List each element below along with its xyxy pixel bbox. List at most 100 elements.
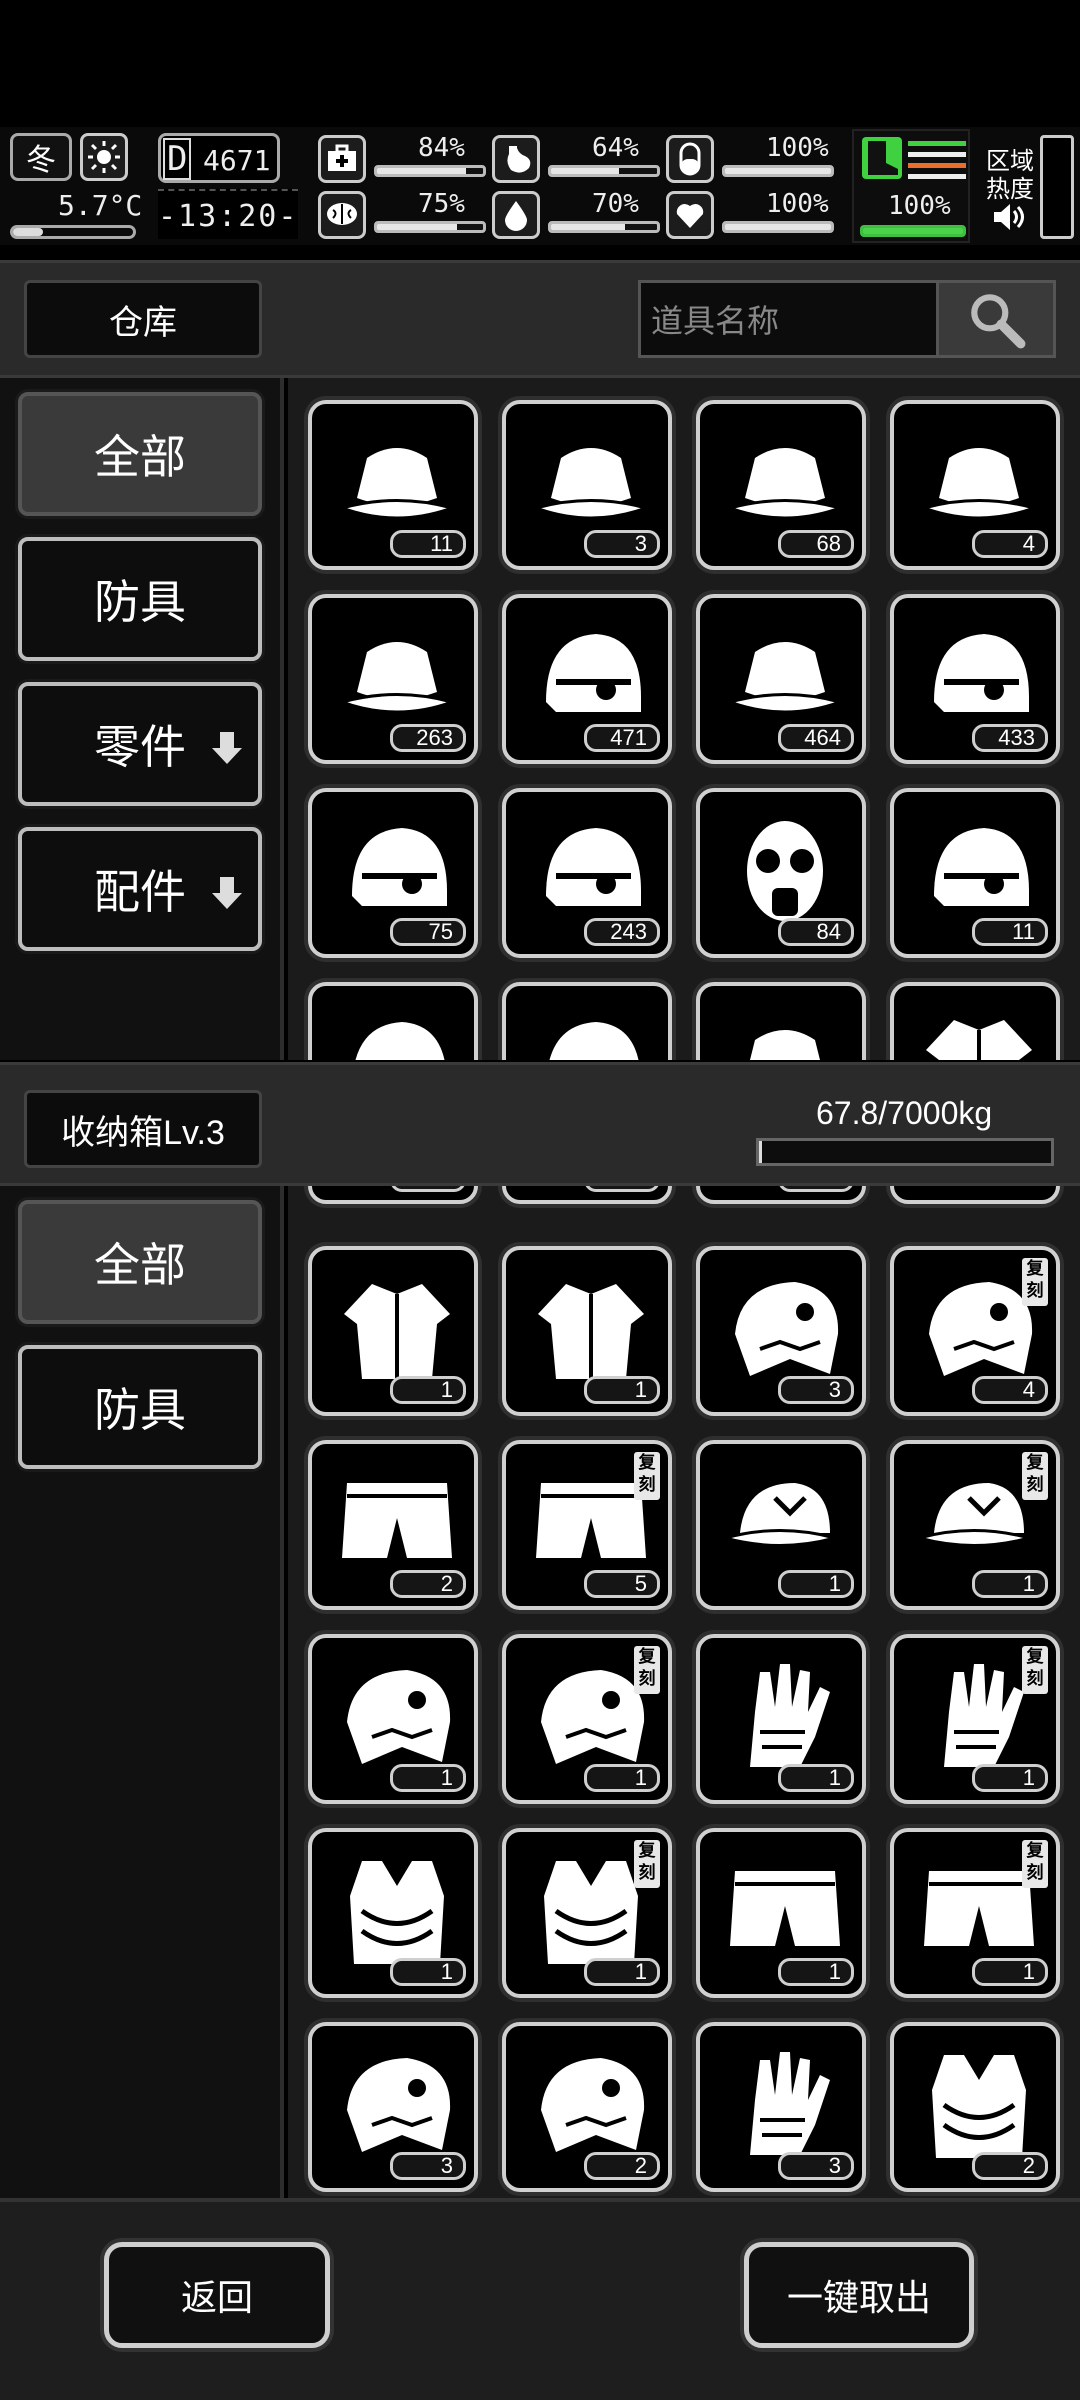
item-slot[interactable]: 复刻 1 <box>502 1634 672 1804</box>
item-slot[interactable]: 2 <box>308 1440 478 1610</box>
item-slot[interactable]: 75 <box>308 788 478 958</box>
item-slot[interactable]: 1 <box>696 1634 866 1804</box>
item-count: 1 <box>972 1570 1048 1598</box>
item-slot[interactable]: 1 <box>696 1828 866 1998</box>
stat-value: 84% <box>418 133 465 163</box>
storage-title: 收纳箱Lv.3 <box>24 1090 262 1168</box>
item-slot[interactable] <box>502 982 672 1060</box>
item-count: 1 <box>972 1764 1048 1792</box>
tab-1[interactable]: 防具 <box>18 537 262 661</box>
item-slot-partial[interactable] <box>890 1186 1060 1204</box>
bucket-hat-icon <box>337 448 457 520</box>
trucker-cap-icon <box>720 1483 841 1547</box>
item-slot[interactable]: 11 <box>308 400 478 570</box>
tab-label: 防具 <box>94 1384 186 1436</box>
item-slot[interactable] <box>890 982 1060 1060</box>
tab-label: 防具 <box>94 576 186 628</box>
gas-mask-icon <box>747 821 823 921</box>
thermometer-fill <box>13 228 43 236</box>
item-slot[interactable]: 263 <box>308 594 478 764</box>
item-slot[interactable]: 4 <box>890 400 1060 570</box>
item-slot[interactable]: 84 <box>696 788 866 958</box>
storage-grid[interactable]: 1 7 18 1 1 3 复刻 4 2 复刻 5 <box>288 1186 1080 2198</box>
item-slot[interactable]: 复刻 1 <box>890 1828 1060 1998</box>
item-slot[interactable]: 2 <box>502 2022 672 2192</box>
baseball-helmet-icon <box>546 634 641 712</box>
item-count: 3 <box>778 1376 854 1404</box>
item-slot[interactable] <box>696 982 866 1060</box>
search-button[interactable] <box>936 280 1056 358</box>
item-count: 1 <box>584 1958 660 1986</box>
tab-3[interactable]: 配件 <box>18 827 262 951</box>
pilot-helmet-icon <box>934 828 1029 906</box>
work-gloves-icon <box>750 2052 830 2155</box>
stomach-icon <box>492 135 540 183</box>
item-slot[interactable]: 3 <box>502 400 672 570</box>
stat-bar <box>374 165 486 177</box>
aviator-cap-icon <box>725 448 845 520</box>
item-count: 3 <box>390 2152 466 2180</box>
bunny-costume-icon <box>344 1284 450 1379</box>
item-count: 5 <box>584 1570 660 1598</box>
item-slot[interactable]: 1 <box>308 1246 478 1416</box>
item-slot[interactable]: 1 <box>696 1440 866 1610</box>
item-slot[interactable]: 68 <box>696 400 866 570</box>
item-slot[interactable]: 1 <box>308 1634 478 1804</box>
item-slot[interactable]: 复刻 1 <box>502 1828 672 1998</box>
item-count: 1 <box>972 1958 1048 1986</box>
temperature-readout: 5.7°C <box>58 189 143 222</box>
scaled-pants-icon <box>730 1871 840 1946</box>
stat-bar <box>548 165 660 177</box>
item-slot[interactable]: 3 <box>696 1246 866 1416</box>
item-slot[interactable]: 复刻 4 <box>890 1246 1060 1416</box>
item-slot[interactable] <box>308 982 478 1060</box>
item-slot[interactable]: 433 <box>890 594 1060 764</box>
item-count: 4 <box>972 1376 1048 1404</box>
item-slot[interactable]: 243 <box>502 788 672 958</box>
feather-vest-icon <box>350 1861 444 1964</box>
item-slot-partial[interactable]: 1 <box>308 1186 478 1204</box>
footer-bar: 返回 一键取出 <box>0 2198 1080 2400</box>
item-count: 464 <box>778 724 854 752</box>
stat-bar <box>722 165 834 177</box>
tab-2[interactable]: 零件 <box>18 682 262 806</box>
zone-heat-meter <box>1040 135 1074 239</box>
item-slot-partial[interactable]: 7 <box>502 1186 672 1204</box>
heart-icon <box>666 191 714 239</box>
item-slot[interactable]: 471 <box>502 594 672 764</box>
fur-coat-icon <box>926 1020 1032 1060</box>
item-slot-partial[interactable]: 18 <box>696 1186 866 1204</box>
item-slot[interactable]: 11 <box>890 788 1060 958</box>
stat-value: 100% <box>766 133 829 163</box>
ushanka-icon <box>919 448 1039 520</box>
cat-costume-icon <box>538 1284 644 1379</box>
day-counter: 4671 <box>203 144 271 177</box>
pill-icon <box>666 135 714 183</box>
search-input[interactable]: 道具名称 <box>638 280 940 358</box>
item-slot[interactable]: 2 <box>890 2022 1060 2192</box>
item-slot[interactable]: 464 <box>696 594 866 764</box>
item-slot[interactable]: 复刻 1 <box>890 1634 1060 1804</box>
scaled-gloves-icon <box>750 1664 830 1767</box>
item-slot[interactable]: 1 <box>502 1246 672 1416</box>
item-slot[interactable]: 1 <box>308 1828 478 1998</box>
item-count: 263 <box>390 724 466 752</box>
item-slot[interactable]: 复刻 5 <box>502 1440 672 1610</box>
item-count: 471 <box>584 724 660 752</box>
season-box: 冬 <box>10 133 72 181</box>
visor-helmet-icon <box>549 1022 639 1060</box>
speaker-icon[interactable] <box>990 199 1026 235</box>
tab-0[interactable]: 全部 <box>18 1200 262 1324</box>
tab-1[interactable]: 防具 <box>18 1345 262 1469</box>
back-button[interactable]: 返回 <box>104 2242 330 2348</box>
item-slot[interactable]: 3 <box>308 2022 478 2192</box>
warehouse-grid[interactable]: 11 3 68 4 263 471 464 433 75 243 84 11 <box>288 378 1080 1060</box>
tab-0[interactable]: 全部 <box>18 392 262 516</box>
down-arrow-icon <box>212 732 242 764</box>
item-slot[interactable]: 3 <box>696 2022 866 2192</box>
take-all-button[interactable]: 一键取出 <box>744 2242 974 2348</box>
item-count: 68 <box>778 530 854 558</box>
dinosaur-head-icon <box>735 1282 839 1376</box>
replica-tag: 复刻 <box>1022 1258 1048 1306</box>
item-slot[interactable]: 复刻 1 <box>890 1440 1060 1610</box>
